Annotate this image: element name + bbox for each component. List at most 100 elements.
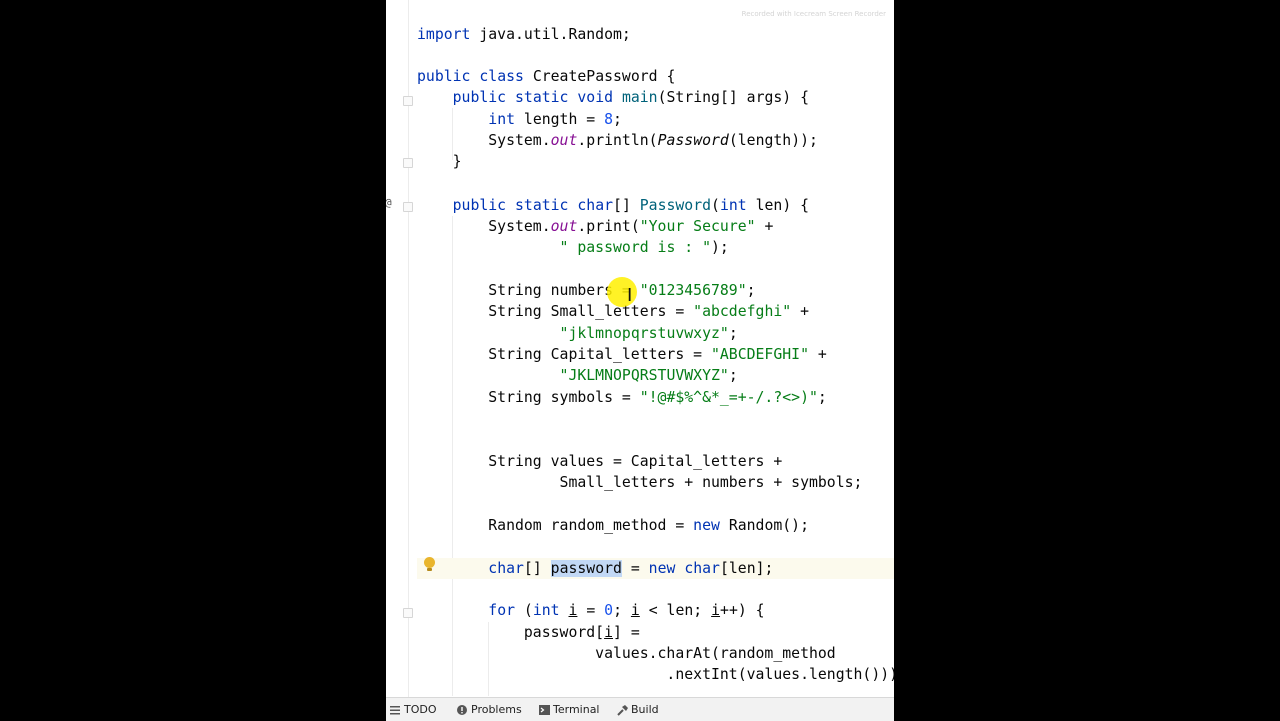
- code-line[interactable]: password[i] =: [417, 622, 640, 643]
- code-token: < len;: [639, 602, 712, 619]
- code-token: for: [488, 602, 516, 619]
- code-token: char: [577, 197, 614, 214]
- code-token: public: [452, 89, 507, 106]
- code-line[interactable]: .nextInt(values.length()));: [417, 664, 894, 685]
- code-token: []: [523, 560, 551, 577]
- code-line[interactable]: Random random_method = new Random();: [417, 515, 809, 536]
- code-token: Random();: [719, 517, 809, 534]
- code-token: import: [417, 26, 471, 43]
- build-label: Build: [631, 703, 659, 716]
- code-token: [len];: [719, 560, 774, 577]
- code-line[interactable]: " password is : ");: [417, 237, 729, 258]
- terminal-label: Terminal: [553, 703, 600, 716]
- code-token: =: [577, 602, 605, 619]
- code-token: "0123456789": [639, 282, 747, 299]
- build-icon: [617, 704, 628, 716]
- code-token: ;: [817, 389, 827, 406]
- code-token: class: [479, 68, 524, 85]
- code-line[interactable]: for (int i = 0; i < len; i++) {: [417, 600, 764, 621]
- code-token: 8: [604, 111, 614, 128]
- problems-icon: [457, 704, 467, 715]
- code-token: int: [488, 111, 516, 128]
- code-token: i: [630, 602, 640, 619]
- code-line[interactable]: import java.util.Random;: [417, 24, 631, 45]
- code-line[interactable]: String Capital_letters = "ABCDEFGHI" +: [417, 344, 827, 365]
- code-token: main: [621, 89, 658, 106]
- code-token: new: [648, 560, 676, 577]
- todo-label: TODO: [404, 703, 437, 716]
- todo-icon: [390, 705, 400, 715]
- code-token: public: [417, 68, 471, 85]
- code-token: password[: [417, 624, 605, 641]
- selected-identifier: password: [550, 560, 622, 577]
- problems-tab[interactable]: Problems: [457, 703, 522, 716]
- code-token: Password: [657, 132, 729, 149]
- code-token: }: [417, 153, 462, 170]
- code-line[interactable]: String symbols = "!@#$%^&*_=+-/.?<>)";: [417, 387, 827, 408]
- code-line[interactable]: String values = Capital_letters +: [417, 451, 782, 472]
- code-line[interactable]: }: [417, 151, 462, 172]
- code-token: String values = Capital_letters +: [417, 453, 783, 470]
- code-line[interactable]: System.out.print("Your Secure" +: [417, 216, 773, 237]
- code-line[interactable]: "jklmnopqrstuvwxyz";: [417, 323, 738, 344]
- code-token: +: [808, 346, 827, 363]
- code-token: "!@#$%^&*_=+-/.?<>)": [639, 389, 818, 406]
- code-token: java.util.Random;: [470, 26, 631, 43]
- code-token: Small_letters + numbers + symbols;: [417, 474, 863, 491]
- code-token: "abcdefghi": [693, 303, 792, 320]
- code-token: void: [577, 89, 614, 106]
- code-line[interactable]: System.out.println(Password(length));: [417, 130, 818, 151]
- code-token: "jklmnopqrstuvwxyz": [559, 325, 729, 342]
- code-token: );: [711, 239, 729, 256]
- code-token: (: [515, 602, 533, 619]
- code-line[interactable]: public class CreatePassword {: [417, 66, 675, 87]
- code-token: .nextInt(values.length()));: [417, 666, 894, 683]
- code-area[interactable]: import java.util.Random; public class Cre…: [386, 0, 894, 697]
- code-token: (: [711, 197, 720, 214]
- code-token: +: [791, 303, 809, 320]
- code-line[interactable]: public static char[] Password(int len) {: [417, 195, 809, 216]
- code-line[interactable]: values.charAt(random_method: [417, 643, 836, 664]
- build-tab[interactable]: Build: [617, 703, 659, 716]
- code-token: String symbols =: [417, 389, 640, 406]
- code-line[interactable]: String numbers = "0123456789";: [417, 280, 756, 301]
- terminal-tab[interactable]: Terminal: [539, 703, 600, 716]
- code-token: Random random_method =: [417, 517, 694, 534]
- code-line[interactable]: int length = 8;: [417, 109, 622, 130]
- code-line[interactable]: "JKLMNOPQRSTUVWXYZ";: [417, 365, 738, 386]
- code-token: int: [532, 602, 560, 619]
- code-token: +: [755, 218, 774, 235]
- code-editor[interactable]: Recorded with Icecream Screen Recorder @…: [386, 0, 894, 697]
- lightbulb-icon[interactable]: [424, 557, 435, 571]
- code-token: values.charAt(random_method: [417, 645, 836, 662]
- code-line[interactable]: Small_letters + numbers + symbols;: [417, 472, 863, 493]
- code-token: CreatePassword {: [523, 68, 676, 85]
- code-token: "Your Secure": [639, 218, 756, 235]
- code-line[interactable]: public static void main(String[] args) {: [417, 87, 809, 108]
- code-token: static: [515, 197, 569, 214]
- code-token: new: [693, 517, 720, 534]
- code-token: i: [711, 602, 721, 619]
- code-token: String Capital_letters =: [417, 346, 711, 363]
- code-token: .print(: [577, 218, 640, 235]
- text-cursor-icon: I: [627, 285, 633, 306]
- code-line-current[interactable]: char[] password = new char[len];: [417, 558, 894, 579]
- code-token: char: [488, 560, 524, 577]
- code-token: " password is : ": [559, 239, 711, 256]
- todo-tab[interactable]: TODO: [390, 703, 437, 716]
- code-token: (String[] args) {: [657, 89, 810, 106]
- code-token: ;: [613, 111, 622, 128]
- code-token: System.: [417, 218, 551, 235]
- code-token: public: [452, 197, 507, 214]
- code-token: len) {: [746, 197, 810, 214]
- code-token: ;: [746, 282, 756, 299]
